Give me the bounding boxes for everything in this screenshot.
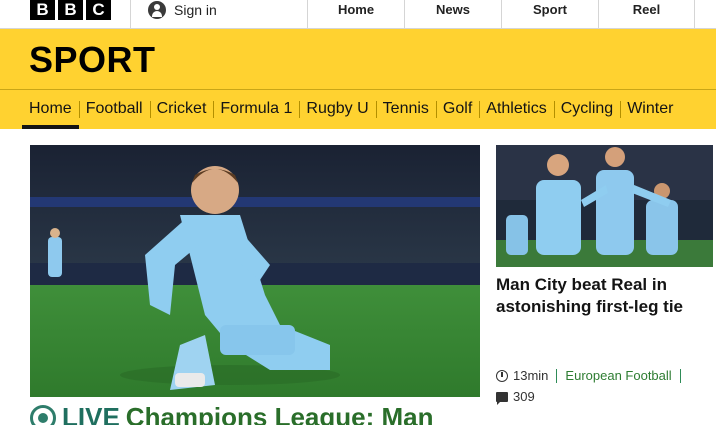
side-story-title[interactable]: Man City beat Real in astonishing first-… [496,274,711,318]
hero-title: Champions League: Man [125,402,434,425]
meta-divider [679,368,681,383]
sport-nav-rugby-union[interactable]: Rugby U [299,90,375,129]
sport-nav-cricket[interactable]: Cricket [149,90,214,129]
global-nav-reel[interactable]: Reel [598,0,695,29]
sport-nav-winter[interactable]: Winter [620,90,680,129]
sport-nav-football[interactable]: Football [78,90,150,129]
sport-nav-tennis[interactable]: Tennis [375,90,436,129]
global-nav: Home News Sport Reel [307,0,695,29]
user-icon [148,1,166,19]
clock-icon [496,369,508,382]
sport-nav-home[interactable]: Home [22,90,79,129]
sport-nav-list: Home Football Cricket Formula 1 Rugby U … [22,90,680,129]
global-nav-sport[interactable]: Sport [501,0,598,29]
sport-banner: SPORT [0,29,716,89]
live-icon [30,404,56,425]
side-story-comments[interactable]: 309 [496,389,535,405]
sport-nav-cycling[interactable]: Cycling [553,90,620,129]
side-story-photo [496,145,713,267]
signin-link[interactable]: Sign in [130,0,308,29]
bbc-logo-letter-2: B [58,0,83,20]
side-story-meta: 13min European Football [496,368,684,383]
global-nav-news[interactable]: News [404,0,501,29]
global-nav-home[interactable]: Home [307,0,404,29]
sport-nav: Home Football Cricket Formula 1 Rugby U … [0,89,716,129]
hero-headline[interactable]: LIVE Champions League: Man [30,402,434,425]
hero-image[interactable] [30,145,480,397]
sport-nav-golf[interactable]: Golf [435,90,479,129]
hero-photo [30,145,480,397]
bbc-logo-letter-1: B [30,0,55,20]
bbc-logo-letter-3: C [86,0,111,20]
side-story-time: 13min [513,368,549,383]
side-story-image[interactable] [496,145,713,267]
meta-divider [556,368,558,383]
side-story-section[interactable]: European Football [565,368,671,383]
sport-title[interactable]: SPORT [29,41,156,79]
bbc-logo[interactable]: B B C [30,0,111,20]
global-header: B B C Sign in Home News Sport Reel [0,0,716,29]
sport-nav-athletics[interactable]: Athletics [479,90,553,129]
live-label: LIVE [62,402,120,425]
signin-label: Sign in [174,2,217,18]
side-story-comment-count: 309 [513,389,535,404]
bbc-sport-page: B B C Sign in Home News Sport Reel SPORT… [0,0,716,425]
sport-nav-formula-1[interactable]: Formula 1 [213,90,299,129]
comment-icon [496,391,508,405]
